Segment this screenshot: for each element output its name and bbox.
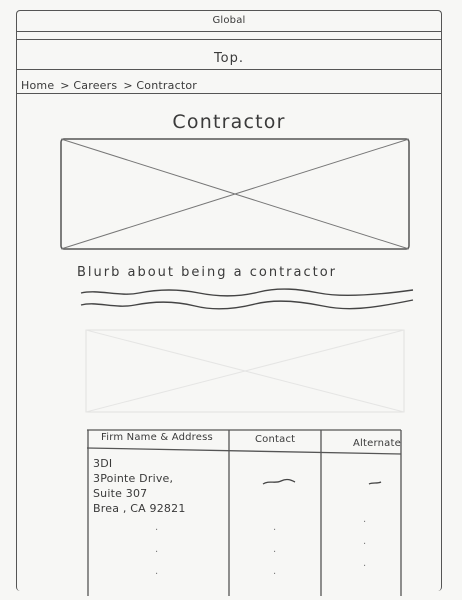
top-nav-label[interactable]: Top. — [17, 51, 441, 66]
contact-more-rows-dots: · · · — [273, 525, 277, 580]
global-nav-label[interactable]: Global — [17, 15, 441, 26]
breadcrumb: Home > Careers > Contractor — [21, 79, 197, 92]
address-line-3: Brea , CA 92821 — [93, 502, 186, 515]
address-line-2: Suite 307 — [93, 487, 148, 500]
erased-image-placeholder — [85, 329, 405, 413]
column-header-firm: Firm Name & Address — [101, 432, 213, 443]
body-text-squiggles — [80, 288, 414, 310]
column-header-alternate: Alternate — [353, 438, 401, 449]
wireframe-page: Global Top. Home > Careers > Contractor … — [16, 10, 442, 596]
alternate-more-rows-dots: · · · — [363, 517, 367, 572]
breadcrumb-home[interactable]: Home — [21, 79, 54, 92]
breadcrumb-contractor: > Contractor — [123, 79, 197, 92]
firm-name[interactable]: 3DI — [93, 456, 186, 471]
global-nav-divider — [17, 31, 441, 32]
page-title: Contractor — [172, 111, 286, 133]
column-header-contact: Contact — [255, 434, 296, 445]
contractor-table: Firm Name & Address Contact Alternate 3D… — [87, 428, 403, 598]
breadcrumb-divider — [17, 93, 441, 94]
top-nav-divider — [17, 69, 441, 70]
blurb-text: Blurb about being a contractor — [77, 265, 338, 280]
firm-address: 3DI 3Pointe Drive, Suite 307 Brea , CA 9… — [93, 456, 186, 516]
firm-more-rows-dots: · · · — [155, 525, 159, 580]
breadcrumb-careers[interactable]: > Careers — [60, 79, 117, 92]
global-nav-divider-2 — [17, 39, 441, 40]
hero-image-placeholder — [60, 138, 410, 250]
address-line-1: 3Pointe Drive, — [93, 472, 174, 485]
